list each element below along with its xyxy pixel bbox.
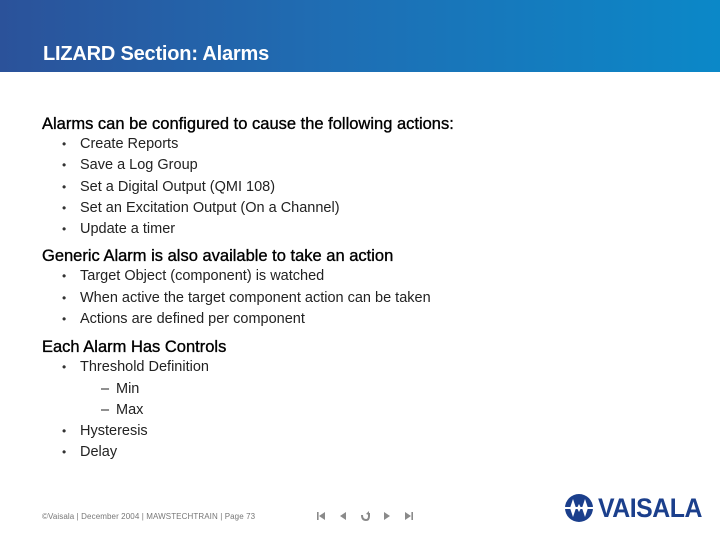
bullet-icon: • xyxy=(62,360,67,375)
bullet-icon: • xyxy=(62,137,67,151)
sub-list-item: – Max xyxy=(42,400,682,421)
vaisala-logo: VAISALA xyxy=(564,493,711,523)
list-item: • Update a timer xyxy=(42,219,682,240)
list-item: • Create Reports xyxy=(42,134,682,155)
last-slide-button[interactable] xyxy=(402,510,416,522)
bullet-icon: • xyxy=(62,200,67,215)
list-item-text: Delay xyxy=(80,443,118,460)
list-item: • Target Object (component) is watched xyxy=(42,266,682,287)
last-slide-icon xyxy=(405,512,413,520)
bullet-icon: • xyxy=(62,423,67,438)
first-slide-button[interactable] xyxy=(314,510,328,522)
list-item: • Delay xyxy=(42,442,682,463)
vaisala-globe-icon xyxy=(564,494,594,522)
next-slide-button[interactable] xyxy=(380,510,394,522)
list-item-text: Hysteresis xyxy=(80,422,148,439)
sub-list-item-text: Max xyxy=(116,401,144,418)
list-item-text: Actions are defined per component xyxy=(80,311,305,328)
list-item: • Hysteresis xyxy=(42,421,682,442)
return-icon xyxy=(361,511,370,521)
bullet-icon: • xyxy=(62,222,67,237)
bullet-icon: • xyxy=(62,444,67,459)
sub-list-item-text: Min xyxy=(116,380,140,397)
bullet-list: • Create Reports • Save a Log Group • Set a… xyxy=(42,134,682,240)
bullet-icon: • xyxy=(62,179,67,194)
bullet-icon: • xyxy=(62,269,67,284)
sub-list-item: – Min xyxy=(42,379,682,400)
footer-text: ©Vaisala | December 2004 | MAWSTECHTRAIN… xyxy=(42,512,256,521)
section-alarm-controls: Each Alarm Has Controls • Threshold Defin… xyxy=(42,337,682,463)
list-item: • Set a Digital Output (QMI 108) xyxy=(42,177,682,198)
bullet-list: • Target Object (component) is watched • W… xyxy=(42,266,682,330)
list-item-text: When active the target component action … xyxy=(80,289,431,306)
title-bar: LIZARD Section: Alarms xyxy=(0,0,720,72)
bullet-icon: • xyxy=(62,158,67,173)
list-item: • Set an Excitation Output (On a Channel) xyxy=(42,198,682,219)
section-generic-alarm: Generic Alarm is also available to take … xyxy=(42,246,682,330)
list-item-text: Target Object (component) is watched xyxy=(80,268,325,285)
list-item-text: Create Reports xyxy=(80,136,179,152)
section-heading: Alarms can be configured to cause the fo… xyxy=(42,115,454,133)
bullet-icon: • xyxy=(62,312,67,327)
previous-slide-icon xyxy=(340,512,346,520)
section-heading: Each Alarm Has Controls xyxy=(42,338,227,357)
slide-title: LIZARD Section: Alarms xyxy=(43,43,270,65)
list-item: • Actions are defined per component xyxy=(42,309,682,330)
return-button[interactable] xyxy=(358,510,372,522)
section-actions: Alarms can be configured to cause the fo… xyxy=(42,114,682,240)
list-item: • Threshold Definition xyxy=(42,357,682,378)
dash-icon: – xyxy=(101,380,110,397)
bullet-list: • Threshold Definition – Min – Max • Hystere… xyxy=(42,357,682,463)
list-item-text: Threshold Definition xyxy=(80,359,209,376)
previous-slide-button[interactable] xyxy=(336,510,350,522)
logo-text: VAISALA xyxy=(598,493,702,523)
section-heading: Generic Alarm is also available to take … xyxy=(42,247,394,266)
list-item-text: Set a Digital Output (QMI 108) xyxy=(80,178,276,195)
bullet-icon: • xyxy=(62,290,67,305)
list-item-text: Save a Log Group xyxy=(80,157,198,174)
next-slide-icon xyxy=(384,512,390,520)
first-slide-icon xyxy=(317,512,325,520)
slide-content: Alarms can be configured to cause the fo… xyxy=(42,114,682,463)
list-item-text: Set an Excitation Output (On a Channel) xyxy=(80,199,340,216)
list-item: • Save a Log Group xyxy=(42,155,682,176)
list-item: • When active the target component action… xyxy=(42,288,682,309)
slide-navigation xyxy=(314,510,416,522)
dash-icon: – xyxy=(101,401,110,418)
list-item-text: Update a timer xyxy=(80,221,176,238)
